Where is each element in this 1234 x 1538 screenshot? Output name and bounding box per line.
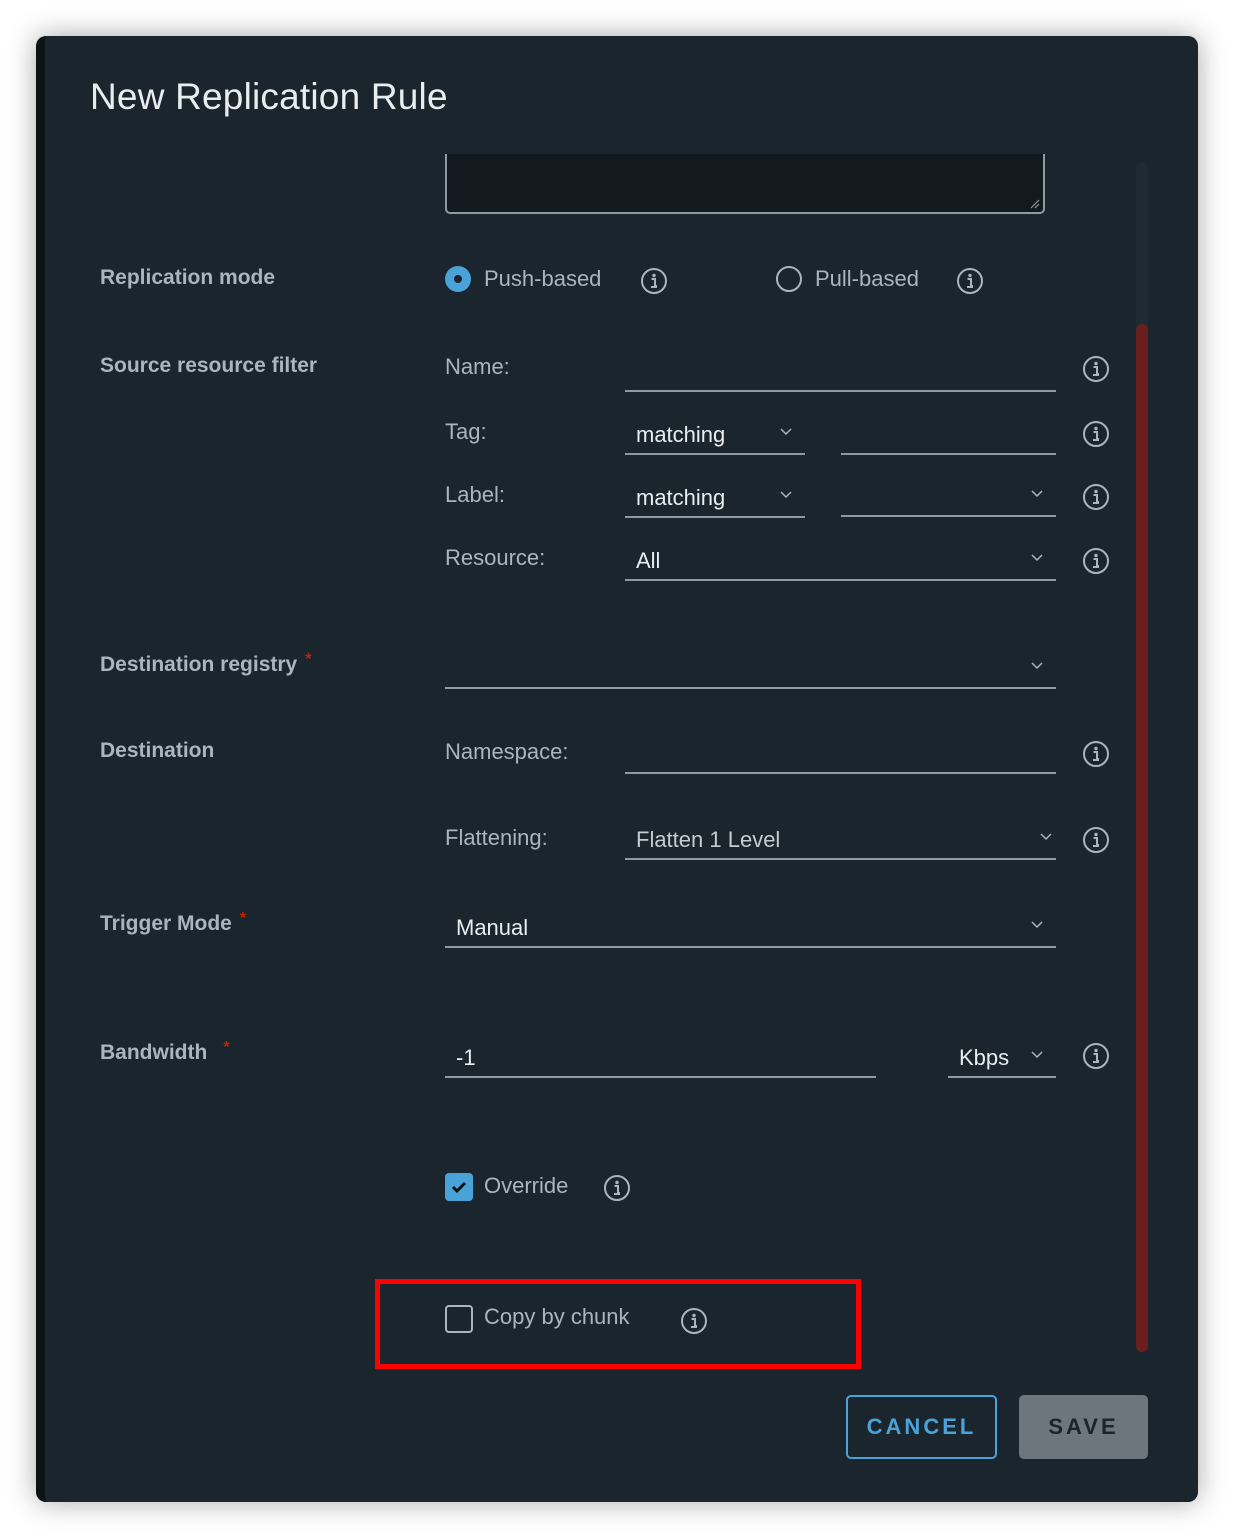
resource-select[interactable]: All xyxy=(625,543,1056,581)
save-button[interactable]: SAVE xyxy=(1019,1395,1148,1459)
pull-based-label: Pull-based xyxy=(815,266,919,291)
chevron-down-icon xyxy=(1031,662,1043,670)
tag-filter-info-icon[interactable] xyxy=(1082,420,1110,448)
pull-based-radio[interactable] xyxy=(776,266,802,292)
bandwidth-unit-select[interactable]: Kbps xyxy=(948,1040,1056,1078)
tag-filter-input[interactable] xyxy=(841,417,1056,455)
chevron-down-icon xyxy=(1031,1051,1043,1059)
tag-mode-select[interactable]: matching xyxy=(625,417,805,455)
name-filter-label: Name: xyxy=(445,354,510,379)
push-based-radio[interactable] xyxy=(445,266,471,292)
namespace-info-icon[interactable] xyxy=(1082,740,1110,768)
push-based-label: Push-based xyxy=(484,266,602,291)
chevron-down-icon xyxy=(780,491,792,499)
override-info-icon[interactable] xyxy=(603,1174,631,1202)
trigger-mode-select[interactable]: Manual xyxy=(445,910,1056,948)
label-filter-label: Label: xyxy=(445,482,505,507)
copy-by-chunk-highlight xyxy=(375,1279,861,1369)
namespace-label: Namespace: xyxy=(445,739,569,764)
pull-based-info-icon[interactable] xyxy=(956,267,984,295)
destination-label: Destination xyxy=(100,739,215,762)
source-resource-filter-label: Source resource filter xyxy=(100,354,318,377)
name-filter-input[interactable] xyxy=(625,354,1056,392)
new-replication-rule-dialog: New Replication Rule Replication mode Pu… xyxy=(36,36,1198,1502)
resource-filter-info-icon[interactable] xyxy=(1082,547,1110,575)
bandwidth-label: Bandwidth * xyxy=(100,1039,230,1064)
required-mark: * xyxy=(239,910,247,927)
override-checkbox[interactable] xyxy=(445,1173,473,1201)
resource-filter-label: Resource: xyxy=(445,545,546,570)
chevron-down-icon xyxy=(1031,490,1043,498)
bandwidth-input[interactable]: -1 xyxy=(445,1040,876,1078)
description-textarea[interactable] xyxy=(445,154,1045,214)
tag-filter-label: Tag: xyxy=(445,419,487,444)
chevron-down-icon xyxy=(780,428,792,436)
chevron-down-icon xyxy=(1031,921,1043,929)
push-based-info-icon[interactable] xyxy=(640,267,668,295)
required-mark: * xyxy=(223,1039,230,1056)
label-value-select[interactable] xyxy=(841,479,1056,517)
checkmark-icon xyxy=(451,1181,467,1194)
override-label: Override xyxy=(484,1173,569,1198)
chevron-down-icon xyxy=(1031,554,1043,562)
resize-handle-icon[interactable] xyxy=(1030,199,1040,209)
name-filter-info-icon[interactable] xyxy=(1082,355,1110,383)
label-mode-select[interactable]: matching xyxy=(625,480,805,518)
namespace-input[interactable] xyxy=(625,736,1056,774)
dialog-title: New Replication Rule xyxy=(90,76,448,117)
flattening-select[interactable]: Flatten 1 Level xyxy=(625,822,1056,860)
flattening-label: Flattening: xyxy=(445,825,548,850)
required-mark: * xyxy=(305,651,312,668)
chevron-down-icon xyxy=(1040,833,1052,841)
flattening-info-icon[interactable] xyxy=(1082,826,1110,854)
trigger-mode-label: Trigger Mode * xyxy=(100,910,247,935)
scrollbar-thumb[interactable] xyxy=(1136,324,1148,1352)
replication-mode-label: Replication mode xyxy=(100,266,276,289)
bandwidth-info-icon[interactable] xyxy=(1082,1042,1110,1070)
destination-registry-label: Destination registry * xyxy=(100,651,312,676)
label-filter-info-icon[interactable] xyxy=(1082,483,1110,511)
destination-registry-select[interactable] xyxy=(445,651,1056,689)
cancel-button[interactable]: CANCEL xyxy=(846,1395,997,1459)
